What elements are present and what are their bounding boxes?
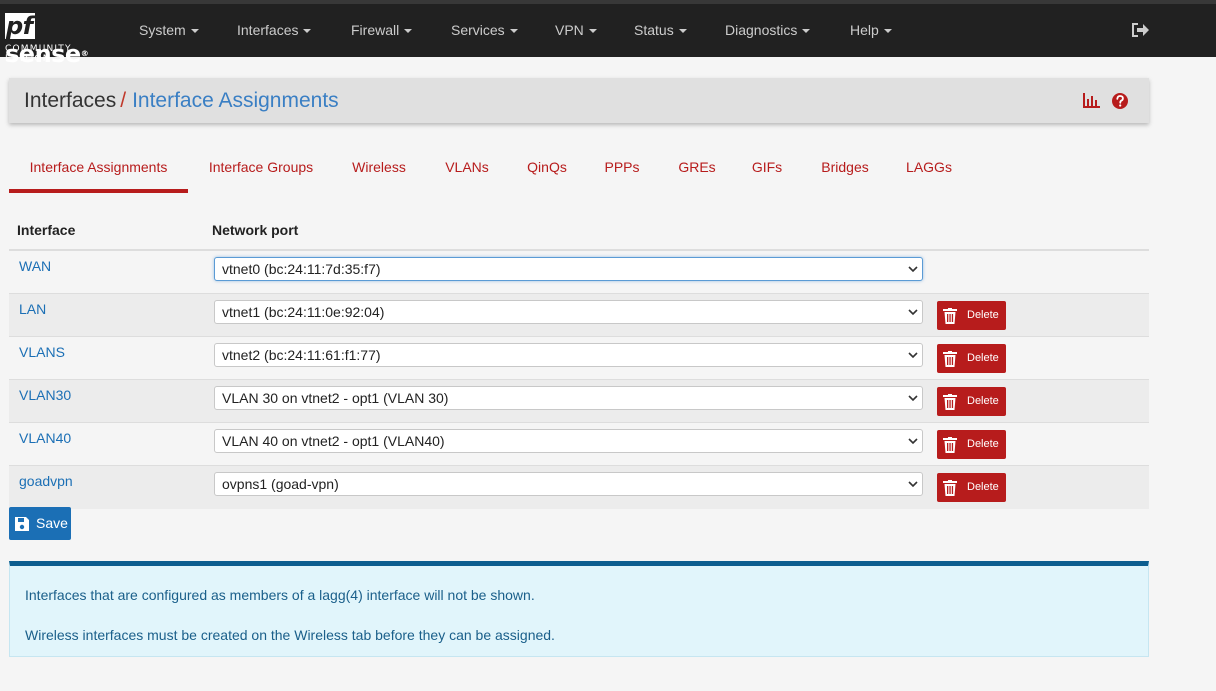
tab-interface-assignments[interactable]: Interface Assignments [9, 146, 188, 193]
breadcrumb-root[interactable]: Interfaces [24, 89, 116, 112]
pfsense-logo[interactable]: pfsense® COMMUNITY EDITION [5, 12, 115, 68]
caret-down-icon [509, 29, 518, 34]
column-header-network-port: Network port [212, 222, 299, 238]
tab-ppps[interactable]: PPPs [598, 146, 646, 193]
nav-help[interactable]: Help [850, 4, 892, 57]
table-row: WAN vtnet0 (bc:24:11:7d:35:f7) [9, 251, 1149, 294]
tab-bridges[interactable]: Bridges [813, 146, 877, 193]
tab-qinqs[interactable]: QinQs [519, 146, 575, 193]
interface-link-lan[interactable]: LAN [19, 301, 46, 317]
delete-button[interactable]: Delete [937, 430, 1006, 459]
breadcrumb-current[interactable]: Interface Assignments [132, 89, 339, 112]
trash-icon [943, 394, 957, 410]
interface-tabs: Interface Assignments Interface Groups W… [9, 146, 1149, 193]
select-value: VLAN 30 on vtnet2 - opt1 (VLAN 30) [222, 390, 449, 406]
table-row: VLAN30 VLAN 30 on vtnet2 - opt1 (VLAN 30… [9, 380, 1149, 423]
select-value: vtnet0 (bc:24:11:7d:35:f7) [222, 261, 381, 277]
save-icon [15, 517, 29, 531]
tab-wireless[interactable]: Wireless [342, 146, 416, 193]
caret-down-icon [883, 29, 892, 34]
trash-icon [943, 351, 957, 367]
network-port-select[interactable]: VLAN 30 on vtnet2 - opt1 (VLAN 30) [214, 386, 923, 410]
breadcrumb-panel: Interfaces / Interface Assignments [9, 78, 1149, 123]
caret-down-icon [303, 29, 312, 34]
nav-interfaces[interactable]: Interfaces [237, 4, 312, 57]
trash-icon [943, 437, 957, 453]
info-text-wireless: Wireless interfaces must be created on t… [25, 627, 555, 643]
interface-link-vlans[interactable]: VLANS [19, 344, 65, 360]
caret-down-icon [802, 29, 811, 34]
network-port-select[interactable]: vtnet0 (bc:24:11:7d:35:f7) [214, 257, 923, 281]
caret-down-icon [678, 29, 687, 34]
info-panel: Interfaces that are configured as member… [9, 561, 1149, 657]
assignments-table: Interface Network port WAN vtnet0 (bc:24… [9, 208, 1149, 509]
table-row: VLAN40 VLAN 40 on vtnet2 - opt1 (VLAN40)… [9, 423, 1149, 466]
help-icon[interactable] [1112, 93, 1128, 109]
breadcrumb-separator: / [120, 89, 127, 112]
tab-gres[interactable]: GREs [672, 146, 722, 193]
nav-system[interactable]: System [139, 4, 199, 57]
delete-label: Delete [967, 438, 999, 450]
network-port-select[interactable]: vtnet1 (bc:24:11:0e:92:04) [214, 300, 923, 324]
bar-chart-icon[interactable] [1083, 93, 1100, 108]
table-row: VLANS vtnet2 (bc:24:11:61:f1:77) Delete [9, 337, 1149, 380]
nav-vpn[interactable]: VPN [555, 4, 597, 57]
chevron-down-icon [908, 266, 918, 273]
select-value: vtnet2 (bc:24:11:61:f1:77) [222, 347, 381, 363]
interface-link-vlan30[interactable]: VLAN30 [19, 387, 71, 403]
trash-icon [943, 308, 957, 324]
delete-label: Delete [967, 481, 999, 493]
table-row: goadvpn ovpns1 (goad-vpn) Delete [9, 466, 1149, 509]
network-port-select[interactable]: ovpns1 (goad-vpn) [214, 472, 923, 496]
interface-link-vlan40[interactable]: VLAN40 [19, 430, 71, 446]
select-value: vtnet1 (bc:24:11:0e:92:04) [222, 304, 385, 320]
interface-link-goadvpn[interactable]: goadvpn [19, 473, 73, 489]
logo-wordmark: pfsense® [5, 12, 89, 68]
select-value: ovpns1 (goad-vpn) [222, 476, 339, 492]
logo-edition: COMMUNITY EDITION [5, 44, 72, 64]
delete-label: Delete [967, 395, 999, 407]
breadcrumb: Interfaces / Interface Assignments [24, 78, 339, 123]
delete-button[interactable]: Delete [937, 473, 1006, 502]
delete-label: Delete [967, 309, 999, 321]
chevron-down-icon [908, 352, 918, 359]
nav-firewall[interactable]: Firewall [351, 4, 413, 57]
tab-vlans[interactable]: VLANs [437, 146, 497, 193]
delete-button[interactable]: Delete [937, 387, 1006, 416]
delete-label: Delete [967, 352, 999, 364]
nav-diagnostics[interactable]: Diagnostics [725, 4, 811, 57]
chevron-down-icon [908, 438, 918, 445]
caret-down-icon [404, 29, 413, 34]
chevron-down-icon [908, 481, 918, 488]
chevron-down-icon [908, 395, 918, 402]
interface-link-wan[interactable]: WAN [19, 258, 51, 274]
save-label: Save [36, 515, 68, 531]
top-navbar: pfsense® COMMUNITY EDITION System Interf… [0, 0, 1216, 68]
save-button[interactable]: Save [9, 507, 71, 540]
delete-button[interactable]: Delete [937, 301, 1006, 330]
sign-out-icon[interactable] [1130, 21, 1150, 39]
breadcrumb-actions [1083, 93, 1128, 109]
table-row: LAN vtnet1 (bc:24:11:0e:92:04) Delete [9, 294, 1149, 337]
nav-services[interactable]: Services [451, 4, 518, 57]
tab-gifs[interactable]: GIFs [745, 146, 789, 193]
trash-icon [943, 480, 957, 496]
caret-down-icon [190, 29, 199, 34]
info-text-lagg: Interfaces that are configured as member… [25, 587, 535, 603]
table-header: Interface Network port [9, 208, 1149, 251]
network-port-select[interactable]: VLAN 40 on vtnet2 - opt1 (VLAN40) [214, 429, 923, 453]
tab-laggs[interactable]: LAGGs [898, 146, 960, 193]
network-port-select[interactable]: vtnet2 (bc:24:11:61:f1:77) [214, 343, 923, 367]
select-value: VLAN 40 on vtnet2 - opt1 (VLAN40) [222, 433, 445, 449]
caret-down-icon [588, 29, 597, 34]
chevron-down-icon [908, 309, 918, 316]
tab-interface-groups[interactable]: Interface Groups [199, 146, 323, 193]
delete-button[interactable]: Delete [937, 344, 1006, 373]
nav-status[interactable]: Status [634, 4, 687, 57]
column-header-interface: Interface [17, 222, 76, 238]
